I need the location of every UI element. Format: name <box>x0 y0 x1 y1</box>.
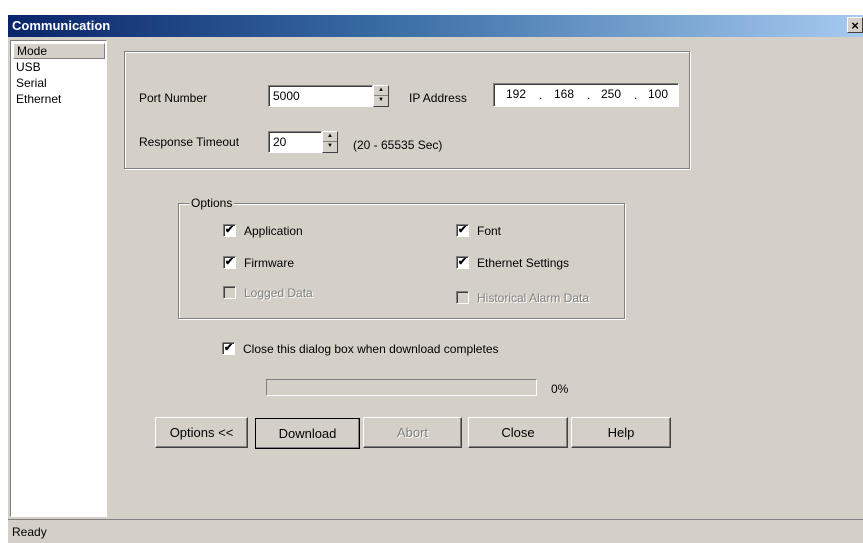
application-label: Application <box>244 224 303 238</box>
port-number-spinner[interactable]: ▲ ▼ <box>373 85 389 107</box>
application-checkbox[interactable]: ✔ <box>223 224 236 237</box>
sidebar-item-usb[interactable]: USB <box>13 59 105 75</box>
close-when-done-label: Close this dialog box when download comp… <box>243 342 499 356</box>
ip-dot-1: . <box>539 88 543 102</box>
response-timeout-range: (20 - 65535 Sec) <box>353 138 443 152</box>
ip-dot-3: . <box>634 88 638 102</box>
ip-octet-1: 192 <box>506 87 527 101</box>
help-button[interactable]: Help <box>571 417 671 448</box>
firmware-checkbox[interactable]: ✔ <box>223 256 236 269</box>
historical-alarm-data-label: Historical Alarm Data <box>477 291 590 305</box>
logged-data-label: Logged Data <box>244 286 313 300</box>
sidebar-item-serial[interactable]: Serial <box>13 75 105 91</box>
progress-percent: 0% <box>551 382 569 396</box>
sidebar-header-mode: Mode <box>13 43 105 59</box>
response-timeout-input[interactable]: 20 <box>268 131 322 153</box>
mode-list: Mode USB Serial Ethernet <box>10 40 107 517</box>
response-timeout-label: Response Timeout <box>139 135 240 149</box>
response-timeout-spinner[interactable]: ▲ ▼ <box>322 131 338 153</box>
ip-dot-2: . <box>587 88 591 102</box>
ip-address-input[interactable]: 192 . 168 . 250 . 100 <box>493 83 679 107</box>
ip-octet-4: 100 <box>648 87 669 101</box>
spin-up-icon[interactable]: ▲ <box>323 132 337 142</box>
spin-down-icon[interactable]: ▼ <box>374 96 388 106</box>
font-label: Font <box>477 224 502 238</box>
port-number-value: 5000 <box>273 89 300 103</box>
communication-window: Communication × Mode USB Serial Ethernet… <box>8 15 863 543</box>
options-group-title: Options <box>189 196 235 210</box>
ip-octet-2: 168 <box>554 87 575 101</box>
firmware-label: Firmware <box>244 256 294 270</box>
spin-up-icon[interactable]: ▲ <box>374 86 388 96</box>
spin-down-icon[interactable]: ▼ <box>323 142 337 152</box>
historical-alarm-data-checkbox <box>456 291 469 304</box>
abort-button: Abort <box>363 417 462 448</box>
logged-data-checkbox <box>223 286 236 299</box>
status-text: Ready <box>12 525 47 539</box>
ethernet-settings-checkbox[interactable]: ✔ <box>456 256 469 269</box>
ip-octet-3: 250 <box>601 87 622 101</box>
close-when-done-checkbox[interactable]: ✔ <box>222 342 235 355</box>
download-progress-bar <box>266 379 537 396</box>
response-timeout-value: 20 <box>273 135 287 149</box>
sidebar-item-ethernet[interactable]: Ethernet <box>13 91 105 107</box>
options-groupbox: Options ✔ Application ✔ Font ✔ Firmware … <box>178 196 625 319</box>
ip-address-label: IP Address <box>409 91 467 105</box>
font-checkbox[interactable]: ✔ <box>456 224 469 237</box>
port-number-input[interactable]: 5000 <box>268 85 373 107</box>
port-number-label: Port Number <box>139 91 208 105</box>
title-bar[interactable]: Communication × <box>8 15 863 37</box>
options-toggle-button[interactable]: Options << <box>155 417 248 448</box>
download-button[interactable]: Download <box>255 418 360 449</box>
connection-settings-panel: Port Number 5000 ▲ ▼ IP Address 192 . 16… <box>124 51 690 169</box>
close-button[interactable]: Close <box>468 417 568 448</box>
close-icon[interactable]: × <box>847 17 863 33</box>
status-bar: Ready <box>8 519 863 543</box>
window-title: Communication <box>12 18 111 33</box>
ethernet-settings-label: Ethernet Settings <box>477 256 570 270</box>
